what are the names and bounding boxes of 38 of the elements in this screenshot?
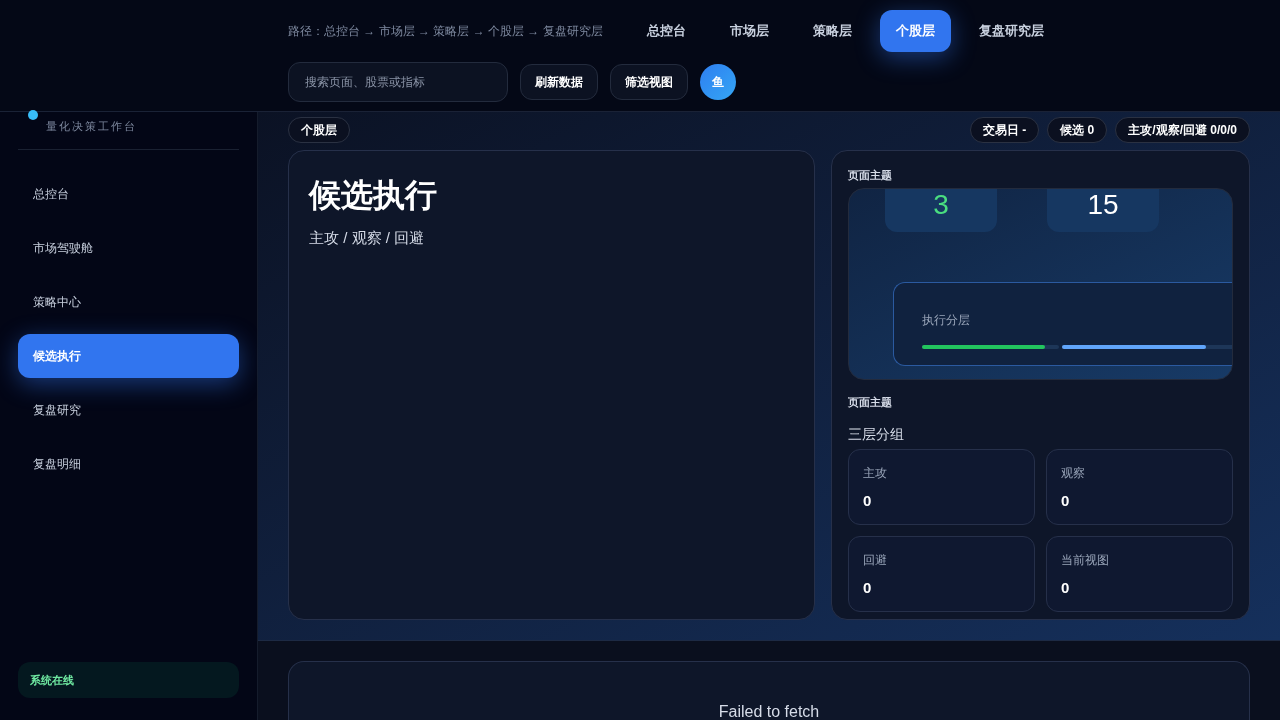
- sidebar-item[interactable]: 复盘研究: [18, 387, 239, 432]
- stat-value: 0: [863, 578, 873, 598]
- layer-label: 执行分层: [922, 312, 970, 327]
- stat-label: 回避: [863, 552, 888, 569]
- sidebar-item[interactable]: 市场驾驶舱: [18, 225, 239, 270]
- sidebar-item[interactable]: 复盘明细: [18, 441, 239, 486]
- error-message: Failed to fetch: [718, 702, 820, 720]
- stat-value: 0: [1061, 491, 1071, 511]
- stat-label: 当前视图: [1061, 552, 1110, 569]
- layer-chip: 个股层: [288, 117, 350, 143]
- group-title: 三层分组: [848, 425, 905, 444]
- status-pill: 系统在线: [18, 662, 239, 698]
- stat-label: 观察: [1061, 465, 1086, 482]
- nav-tab[interactable]: 市场层: [713, 10, 785, 52]
- nav-tab[interactable]: 个股层: [879, 10, 951, 52]
- stat-label: 主攻: [863, 465, 888, 482]
- info-chip: 主攻/观察/回避 0/0/0: [1115, 117, 1250, 143]
- stat-value: 0: [1061, 578, 1071, 598]
- toolbar-button[interactable]: 刷新数据: [520, 64, 598, 100]
- search-field[interactable]: 搜索页面、股票或指标: [288, 62, 508, 102]
- section-label: 页面主题: [848, 168, 893, 183]
- app-subtitle: 量化决策工作台: [46, 119, 137, 134]
- section-label: 页面主题: [848, 394, 893, 410]
- preview-stat: 15: [1087, 188, 1119, 222]
- sidebar-item[interactable]: 候选执行: [18, 333, 239, 378]
- nav-tab[interactable]: 总控台: [630, 10, 702, 52]
- sidebar-item[interactable]: 策略中心: [18, 279, 239, 324]
- stat-value: 0: [863, 491, 873, 511]
- info-chip: 交易日 -: [969, 117, 1040, 143]
- breadcrumb: 路径：总控台 → 市场层 → 策略层 → 个股层 → 复盘研究层: [288, 23, 603, 40]
- nav-tab[interactable]: 复盘研究层: [962, 10, 1060, 52]
- nav-tab[interactable]: 策略层: [796, 10, 868, 52]
- preview-stat: 3: [933, 188, 949, 222]
- info-chip: 候选 0: [1047, 117, 1108, 143]
- page-title: 候选执行: [309, 176, 438, 215]
- page-subtitle: 主攻 / 观察 / 回避: [309, 228, 425, 248]
- sidebar-item[interactable]: 总控台: [18, 171, 239, 216]
- toolbar-button[interactable]: 筛选视图: [610, 64, 688, 100]
